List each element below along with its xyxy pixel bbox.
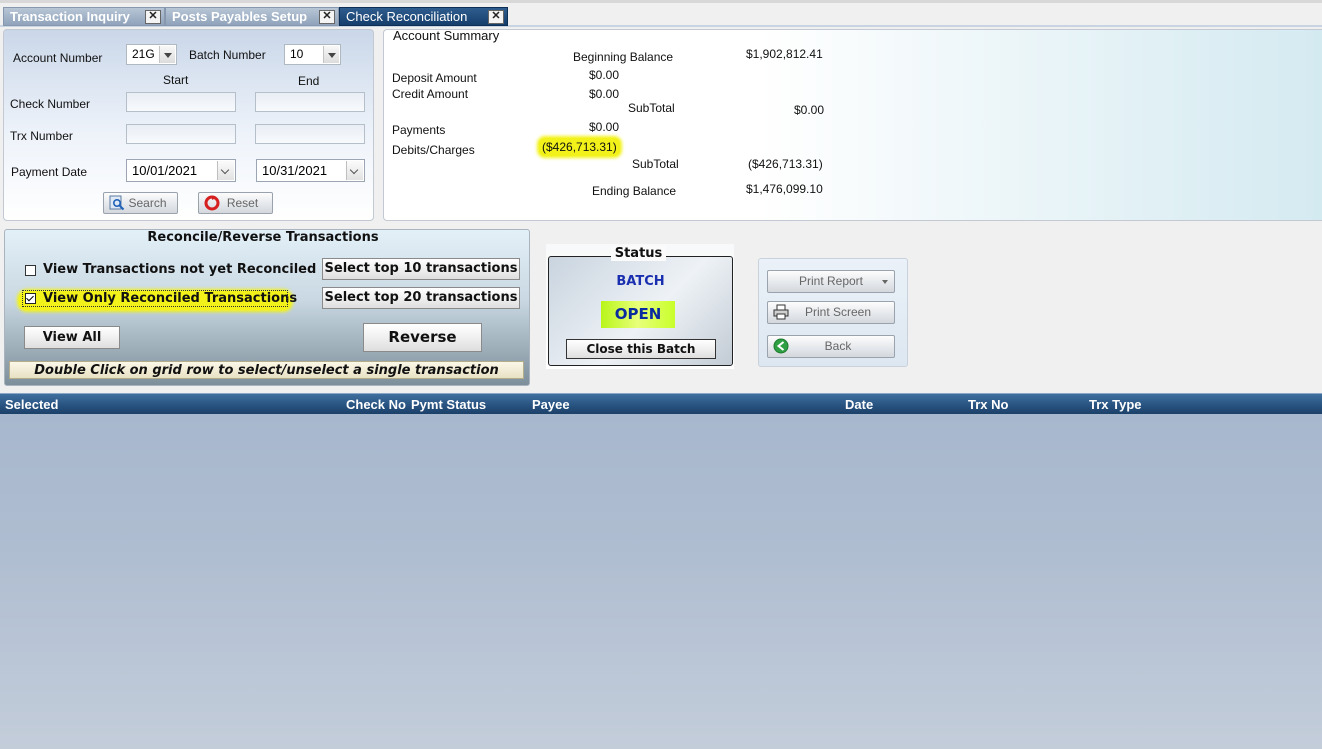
reset-button[interactable]: Reset — [198, 192, 273, 214]
back-arrow-icon — [773, 338, 789, 354]
tab-label: Transaction Inquiry — [10, 9, 130, 24]
payment-date-start-value: 10/01/2021 — [132, 163, 198, 178]
start-column-label: Start — [163, 73, 189, 87]
column-header-payee[interactable]: Payee — [532, 397, 570, 412]
batch-label: BATCH — [616, 274, 665, 289]
column-header-check-no[interactable]: Check No — [346, 397, 406, 412]
check-number-label: Check Number — [10, 97, 91, 111]
subtotal-credits-label: SubTotal — [628, 101, 675, 115]
printer-icon — [773, 304, 789, 320]
reset-icon — [204, 195, 220, 211]
select-top-10-button[interactable]: Select top 10 transactions — [322, 258, 520, 280]
account-number-label: Account Number — [13, 51, 103, 65]
select-top-20-button[interactable]: Select top 20 transactions — [322, 287, 520, 309]
debits-charges-value: ($426,713.31) — [539, 138, 620, 156]
chevron-down-icon[interactable] — [323, 46, 339, 63]
tab-label: Posts Payables Setup — [172, 9, 308, 24]
transactions-grid[interactable] — [0, 414, 1322, 749]
payment-date-end-picker[interactable]: 10/31/2021 — [256, 159, 365, 182]
chevron-down-icon[interactable] — [882, 280, 888, 284]
reconcile-panel-title: Reconcile/Reverse Transactions — [147, 230, 379, 245]
search-icon — [109, 195, 125, 211]
close-icon[interactable]: ✕ — [488, 10, 504, 24]
column-header-pymt-status[interactable]: Pymt Status — [411, 397, 486, 412]
deposit-amount-value: $0.00 — [589, 68, 620, 82]
account-summary-title: Account Summary — [393, 28, 500, 43]
payments-value: $0.00 — [589, 120, 620, 134]
account-number-select[interactable]: 21G — [126, 44, 177, 65]
subtotal-debits-value: ($426,713.31) — [748, 157, 823, 171]
tab-transaction-inquiry[interactable]: Transaction Inquiry ✕ — [3, 7, 165, 26]
subtotal-credits-value: $0.00 — [794, 103, 825, 117]
print-report-label: Print Report — [798, 274, 864, 288]
chevron-down-icon[interactable] — [159, 46, 175, 63]
reverse-button[interactable]: Reverse — [363, 323, 482, 352]
debits-charges-label: Debits/Charges — [392, 143, 475, 157]
column-header-selected[interactable]: Selected — [5, 397, 58, 412]
payments-label: Payments — [392, 123, 446, 137]
tab-check-reconciliation[interactable]: Check Reconciliation ✕ — [339, 7, 508, 26]
batch-number-value: 10 — [290, 47, 304, 61]
print-screen-label: Print Screen — [804, 305, 872, 319]
batch-number-label: Batch Number — [189, 48, 266, 62]
credit-amount-label: Credit Amount — [392, 87, 469, 101]
back-button[interactable]: Back — [767, 335, 895, 358]
search-button[interactable]: Search — [103, 192, 178, 214]
payment-date-end-value: 10/31/2021 — [262, 163, 328, 178]
grid-hint-bar: Double Click on grid row to select/unsel… — [9, 361, 524, 379]
trx-number-label: Trx Number — [10, 129, 73, 143]
print-screen-button[interactable]: Print Screen — [767, 301, 895, 324]
chevron-down-icon[interactable] — [217, 161, 234, 180]
close-icon[interactable]: ✕ — [319, 10, 335, 24]
account-number-value: 21G — [132, 47, 155, 61]
ending-balance-value: $1,476,099.10 — [746, 182, 823, 196]
view-all-button[interactable]: View All — [24, 326, 120, 349]
check-number-start-input[interactable] — [126, 92, 236, 112]
trx-number-start-input[interactable] — [126, 124, 236, 144]
end-column-label: End — [298, 74, 320, 88]
close-batch-button[interactable]: Close this Batch — [566, 339, 716, 359]
not-reconciled-label[interactable]: View Transactions not yet Reconciled — [43, 262, 316, 277]
chevron-down-icon[interactable] — [346, 161, 363, 180]
tab-label: Check Reconciliation — [346, 9, 468, 24]
payment-date-start-picker[interactable]: 10/01/2021 — [126, 159, 236, 182]
deposit-amount-label: Deposit Amount — [392, 71, 477, 85]
payment-date-label: Payment Date — [11, 165, 88, 179]
check-number-end-input[interactable] — [255, 92, 365, 112]
account-summary-panel — [383, 29, 1322, 221]
back-label: Back — [824, 339, 852, 353]
beginning-balance-value: $1,902,812.41 — [746, 47, 823, 61]
column-header-trx-no[interactable]: Trx No — [968, 397, 1008, 412]
grid-header: Selected Check No Pymt Status Payee Date… — [0, 393, 1322, 415]
credit-amount-value: $0.00 — [589, 87, 620, 101]
batch-status-badge: OPEN — [601, 301, 675, 328]
beginning-balance-label: Beginning Balance — [573, 50, 674, 64]
not-reconciled-checkbox[interactable] — [25, 265, 36, 276]
focus-rect — [22, 290, 288, 307]
column-header-trx-type[interactable]: Trx Type — [1089, 397, 1142, 412]
subtotal-debits-label: SubTotal — [632, 157, 679, 171]
close-icon[interactable]: ✕ — [145, 10, 161, 24]
column-header-date[interactable]: Date — [845, 397, 873, 412]
batch-number-select[interactable]: 10 — [284, 44, 341, 65]
print-report-button[interactable]: Print Report — [767, 270, 895, 293]
trx-number-end-input[interactable] — [255, 124, 365, 144]
tab-posts-payables-setup[interactable]: Posts Payables Setup ✕ — [165, 7, 339, 26]
status-title: Status — [611, 246, 666, 261]
ending-balance-label: Ending Balance — [592, 184, 677, 198]
